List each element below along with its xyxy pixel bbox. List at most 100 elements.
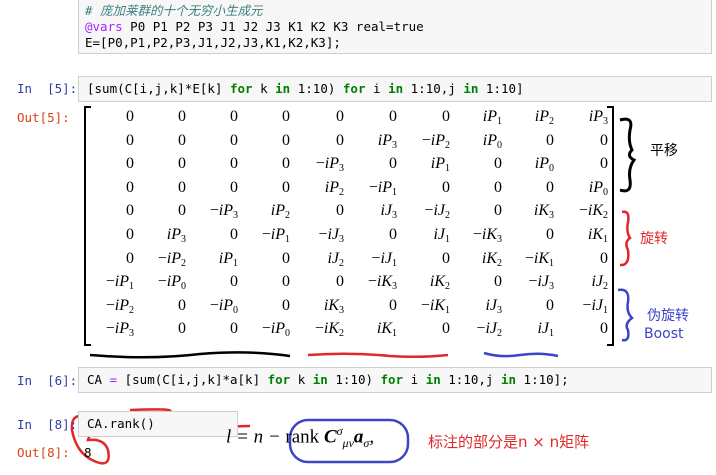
underline-red (307, 352, 449, 359)
matrix-cell: 0 (600, 320, 608, 338)
matrix-cell: iJ1 (537, 320, 554, 340)
matrix-cell: 0 (126, 202, 134, 220)
formula-a: a (353, 426, 364, 448)
matrix-cell: 0 (389, 296, 397, 314)
vars-list: P0 P1 P2 P3 J1 J2 J3 K1 K2 K3 real=true (122, 19, 424, 34)
matrix-cell: 0 (178, 296, 186, 314)
matrix-cell: 0 (336, 202, 344, 220)
code-line-5: [sum(C[i,j,k]*E[k] for k in 1:10) for i … (87, 81, 524, 96)
matrix-cell: −iP3 (209, 202, 238, 222)
matrix-cell: −iP2 (157, 249, 186, 269)
matrix-cell: 0 (230, 178, 238, 196)
matrix-cell: 0 (230, 320, 238, 338)
in-prompt-6: In [6]: (17, 373, 78, 388)
output-matrix: 0 0 0 0 0 0 0 iP1 iP2 iP3 0 0 0 0 0 iP3 −iP2 iP0 0 0 0 0 0 0 −iP… (82, 104, 616, 348)
macro-vars: @vars (85, 19, 123, 34)
matrix-cell: −iP1 (261, 226, 290, 245)
code-cell-5[interactable]: [sum(C[i,j,k]*E[k] for k in 1:10) for i … (78, 76, 712, 102)
matrix-cell: 0 (389, 155, 397, 173)
matrix-cell: iP1 (218, 249, 238, 269)
matrix-cell: 0 (442, 108, 450, 125)
matrix-cell: 0 (126, 155, 134, 173)
formula-comma: , (369, 426, 375, 448)
matrix-cell: −iJ3 (318, 226, 344, 245)
matrix-cell: 0 (282, 296, 290, 314)
matrix-cell: −iP3 (315, 155, 344, 175)
formula-lhs: l = n − (226, 426, 281, 448)
matrix-cell: 0 (230, 273, 238, 291)
matrix-cell: iP2 (324, 178, 344, 198)
matrix-cell: 0 (546, 296, 554, 314)
matrix-cell: iP1 (482, 108, 502, 127)
matrix-cell: 0 (178, 155, 186, 173)
code-cell-8[interactable]: CA.rank() (78, 411, 238, 437)
matrix-cell: 0 (282, 108, 290, 125)
code-line-vars: @vars P0 P1 P2 P3 J1 J2 J3 K1 K2 K3 real… (85, 19, 424, 35)
rotation-brace (619, 210, 632, 267)
matrix-cell: 0 (600, 249, 608, 267)
matrix-cell: iP0 (482, 131, 502, 151)
matrix-cell: −iP0 (157, 273, 186, 293)
matrix-cell: 0 (442, 249, 450, 267)
matrix-cell: iK1 (376, 320, 397, 340)
translation-brace (619, 117, 637, 193)
code-comment: # 庞加莱群的十个无穷小生成元 (85, 3, 263, 18)
code-line-6: CA = [sum(C[i,j,k]*a[k] for k in 1:10) f… (87, 372, 569, 387)
matrix-cell: 0 (494, 178, 502, 196)
matrix-cell: −iK1 (420, 296, 450, 316)
pseudo-rotation-brace (617, 288, 634, 342)
matrix-cell: 0 (126, 249, 134, 267)
matrix-cell: iP3 (377, 131, 397, 151)
underline-black (89, 351, 291, 359)
matrix-cell: 0 (494, 273, 502, 291)
matrix-cell: iK3 (533, 202, 554, 222)
label-boost: Boost (644, 326, 684, 342)
matrix-cell: iK2 (481, 249, 502, 269)
note-text: 标注的部分是n × n矩阵 (428, 433, 590, 451)
matrix-cell: iP3 (166, 226, 186, 245)
matrix-cell: −iP1 (105, 273, 134, 293)
label-translation: 平移 (650, 143, 678, 159)
matrix-cell: −iJ1 (371, 249, 397, 269)
matrix-cell: −iK3 (472, 226, 502, 245)
matrix-cell: 0 (126, 131, 134, 149)
matrix-cell: −iK3 (367, 273, 397, 293)
formula-c-sub: μν (342, 436, 354, 451)
out-prompt-5: Out[5]: (17, 110, 70, 125)
matrix-cell: iK1 (587, 226, 608, 245)
matrix-cell: 0 (442, 178, 450, 196)
matrix-cell: 0 (600, 131, 608, 149)
matrix-cell: iJ3 (380, 202, 397, 222)
matrix-cell: 0 (230, 155, 238, 173)
matrix-cell: 0 (546, 226, 554, 243)
matrix-cell: −iK1 (524, 249, 554, 269)
matrix-cell: iJ2 (327, 249, 344, 269)
matrix-cell: 0 (282, 155, 290, 173)
matrix-cell: iJ3 (485, 296, 502, 316)
matrix-cell: 0 (546, 178, 554, 196)
matrix-cell: 0 (546, 131, 554, 149)
code-cell-top[interactable]: # 庞加莱群的十个无穷小生成元 @vars P0 P1 P2 P3 J1 J2 … (78, 0, 712, 54)
matrix-cell: iP2 (534, 108, 554, 127)
output-value-8: 8 (84, 445, 92, 460)
matrix-cell: −iP2 (105, 296, 134, 316)
matrix-cell: 0 (178, 108, 186, 125)
matrix-cell: 0 (389, 226, 397, 243)
label-rotation: 旋转 (640, 231, 668, 247)
matrix-cell: 0 (178, 320, 186, 338)
code-cell-6[interactable]: CA = [sum(C[i,j,k]*a[k] for k in 1:10) f… (78, 367, 712, 393)
matrix-cell: 0 (336, 108, 344, 125)
formula-c: C (323, 426, 337, 448)
matrix-cell: 0 (494, 155, 502, 173)
matrix-cell: −iP2 (421, 131, 450, 151)
matrix-cell: 0 (442, 320, 450, 338)
matrix-cell: 0 (600, 155, 608, 173)
matrix-cell: 0 (389, 108, 397, 125)
matrix-cell: 0 (282, 178, 290, 196)
matrix-cell: iP3 (588, 108, 608, 127)
matrix-cell: −iP3 (105, 320, 134, 340)
matrix-cell: −iP0 (261, 320, 290, 340)
matrix-cell: iK2 (429, 273, 450, 293)
out-prompt-8: Out[8]: (17, 445, 70, 460)
matrix-cell: −iJ2 (424, 202, 450, 222)
